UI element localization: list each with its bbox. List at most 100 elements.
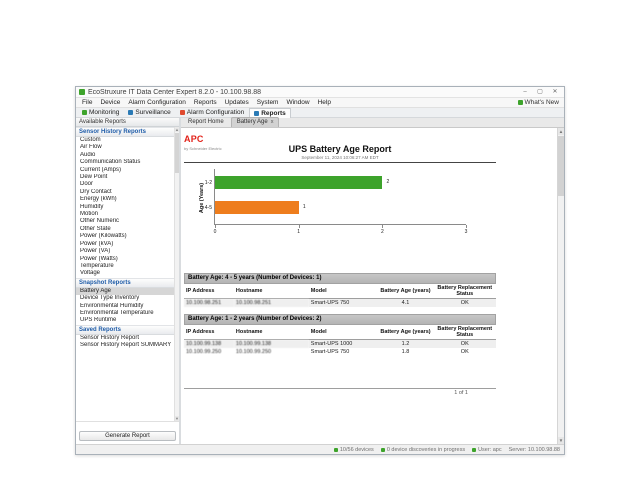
window-controls: – ▢ ✕ — [518, 88, 562, 97]
col-battery-replacement-status: Battery Replacement Status — [434, 284, 496, 299]
sidebar-scrollbar[interactable]: ▲ ▼ — [174, 127, 179, 421]
sidebar-item-other-state[interactable]: Other State — [76, 226, 174, 233]
perspective-surveillance[interactable]: Surveillance — [124, 108, 174, 118]
tables-host: Battery Age: 4 - 5 years (Number of Devi… — [184, 273, 496, 356]
app-icon — [79, 89, 85, 95]
tab-close-icon[interactable]: x — [271, 118, 274, 127]
menu-reports[interactable]: Reports — [190, 98, 221, 108]
page-footer: 1 of 1 — [184, 388, 496, 396]
report-page: APC by Schneider Electric UPS Battery Ag… — [181, 128, 557, 444]
sidebar-item-dew-point[interactable]: Dew Point — [76, 174, 174, 181]
cell-battery-age-years: 1.8 — [377, 348, 433, 356]
sidebar-item-power-kilowatts[interactable]: Power (Kilowatts) — [76, 233, 174, 240]
sidebar-item-other-numeric[interactable]: Other Numeric — [76, 218, 174, 225]
scroll-up-icon[interactable]: ▲ — [175, 127, 179, 132]
sidebar-item-voltage[interactable]: Voltage — [76, 270, 174, 277]
menu-window[interactable]: Window — [282, 98, 313, 108]
chart-bar-1-2: 2 — [215, 176, 382, 189]
perspective-alarm-configuration[interactable]: Alarm Configuration — [176, 108, 248, 118]
cell-battery-age-years: 1.2 — [377, 340, 433, 349]
sidebar-item-motion[interactable]: Motion — [76, 211, 174, 218]
cell-battery-replacement-status: OK — [434, 340, 496, 349]
sidebar-item-power-kva[interactable]: Power (kVA) — [76, 241, 174, 248]
sidebar-item-door[interactable]: Door — [76, 181, 174, 188]
menu-file[interactable]: File — [78, 98, 96, 108]
sidebar-item-audio[interactable]: Audio — [76, 152, 174, 159]
sidebar-item-humidity[interactable]: Humidity — [76, 204, 174, 211]
perspective-reports[interactable]: Reports — [249, 108, 291, 118]
category-label-4-5: 4-5 — [198, 205, 212, 211]
close-button[interactable]: ✕ — [548, 88, 562, 97]
reports-sidebar: Available Reports Sensor History Reports… — [76, 118, 181, 444]
chart-bar-4-5: 1 — [215, 201, 299, 214]
sidebar-item-environmental-humidity[interactable]: Environmental Humidity — [76, 303, 174, 310]
maximize-button[interactable]: ▢ — [533, 88, 547, 97]
tab-report-home[interactable]: Report Home — [183, 118, 229, 127]
sidebar-item-air-flow[interactable]: Air Flow — [76, 144, 174, 151]
status-text: Server: 10.100.98.88 — [509, 447, 560, 453]
report-area: Report Home Battery Age x APC by Schneid… — [181, 118, 564, 444]
menu-device[interactable]: Device — [96, 98, 124, 108]
report-scroll-down-icon[interactable]: ▼ — [558, 437, 564, 444]
menu-system[interactable]: System — [253, 98, 283, 108]
table-header-row: IP AddressHostnameModelBattery Age (year… — [184, 325, 496, 340]
device-table: IP AddressHostnameModelBattery Age (year… — [184, 325, 496, 356]
cell-battery-age-years: 4.1 — [377, 299, 433, 308]
cell-hostname: 10.100.98.251 — [234, 299, 309, 308]
sidebar-item-device-type-inventory[interactable]: Device Type Inventory — [76, 295, 174, 302]
cell-ip-address: 10.100.99.250 — [184, 348, 234, 356]
scroll-thumb[interactable] — [175, 133, 179, 173]
x-tick-label: 3 — [465, 229, 468, 235]
sidebar-item-communication-status[interactable]: Communication Status — [76, 159, 174, 166]
report-scroll-up-icon[interactable]: ▲ — [558, 128, 564, 135]
status-bar: 10/56 devices0 device discoveries in pro… — [76, 444, 564, 454]
sidebar-item-power-va[interactable]: Power (VA) — [76, 248, 174, 255]
sidebar-item-custom[interactable]: Custom — [76, 137, 174, 144]
cell-hostname: 10.100.99.250 — [234, 348, 309, 356]
sidebar-item-environmental-temperature[interactable]: Environmental Temperature — [76, 310, 174, 317]
device-table-0: Battery Age: 4 - 5 years (Number of Devi… — [184, 273, 496, 307]
report-scrollbar[interactable]: ▲ ▼ — [557, 128, 564, 444]
generate-report-button[interactable]: Generate Report — [79, 431, 176, 441]
sidebar-item-power-watts[interactable]: Power (Watts) — [76, 256, 174, 263]
menu-updates[interactable]: Updates — [221, 98, 253, 108]
sidebar-item-sensor-history-report-summary[interactable]: Sensor History Report SUMMARY — [76, 342, 174, 349]
whats-new-link[interactable]: What's New — [518, 99, 562, 106]
scroll-down-icon[interactable]: ▼ — [175, 416, 179, 421]
menu-help[interactable]: Help — [314, 98, 335, 108]
x-tick-label: 2 — [381, 229, 384, 235]
minimize-button[interactable]: – — [518, 88, 532, 97]
col-battery-age-years: Battery Age (years) — [377, 325, 433, 340]
sidebar-item-ups-runtime[interactable]: UPS Runtime — [76, 317, 174, 324]
status-ok-icon — [334, 448, 338, 452]
menu-alarm-configuration[interactable]: Alarm Configuration — [124, 98, 189, 108]
table-title: Battery Age: 4 - 5 years (Number of Devi… — [184, 273, 496, 284]
sidebar-item-energy-kwh[interactable]: Energy (kWh) — [76, 196, 174, 203]
sidebar-item-dry-contact[interactable]: Dry Contact — [76, 189, 174, 196]
report-scroll-thumb[interactable] — [558, 136, 564, 196]
whats-new-label: What's New — [525, 99, 559, 106]
main-split: Available Reports Sensor History Reports… — [76, 118, 564, 444]
sidebar-item-battery-age[interactable]: Battery Age — [76, 288, 174, 295]
x-tick — [466, 225, 467, 228]
sidebar-item-temperature[interactable]: Temperature — [76, 263, 174, 270]
alarm-configuration-icon — [180, 110, 185, 115]
sidebar-item-current-amps[interactable]: Current (Amps) — [76, 167, 174, 174]
perspective-bar: MonitoringSurveillanceAlarm Configuratio… — [76, 108, 564, 118]
bar-value-label: 1 — [303, 204, 306, 210]
report-list-wrap: Sensor History ReportsCustomAir FlowAudi… — [76, 127, 179, 422]
title-bar[interactable]: EcoStruxure IT Data Center Expert 8.2.0 … — [76, 87, 564, 98]
tab-battery-age[interactable]: Battery Age x — [231, 117, 280, 127]
x-tick — [299, 225, 300, 228]
perspective-monitoring[interactable]: Monitoring — [78, 108, 123, 118]
cell-model: Smart-UPS 750 — [309, 299, 378, 308]
sidebar-item-sensor-history-report[interactable]: Sensor History Report — [76, 335, 174, 342]
table-row: 10.100.99.25010.100.99.250Smart-UPS 7501… — [184, 348, 496, 356]
col-model: Model — [309, 325, 378, 340]
device-table-1: Battery Age: 1 - 2 years (Number of Devi… — [184, 314, 496, 356]
apc-logo-text: APC — [184, 134, 204, 144]
x-tick — [382, 225, 383, 228]
device-table: IP AddressHostnameModelBattery Age (year… — [184, 284, 496, 307]
table-title: Battery Age: 1 - 2 years (Number of Devi… — [184, 314, 496, 325]
x-tick-label: 1 — [297, 229, 300, 235]
